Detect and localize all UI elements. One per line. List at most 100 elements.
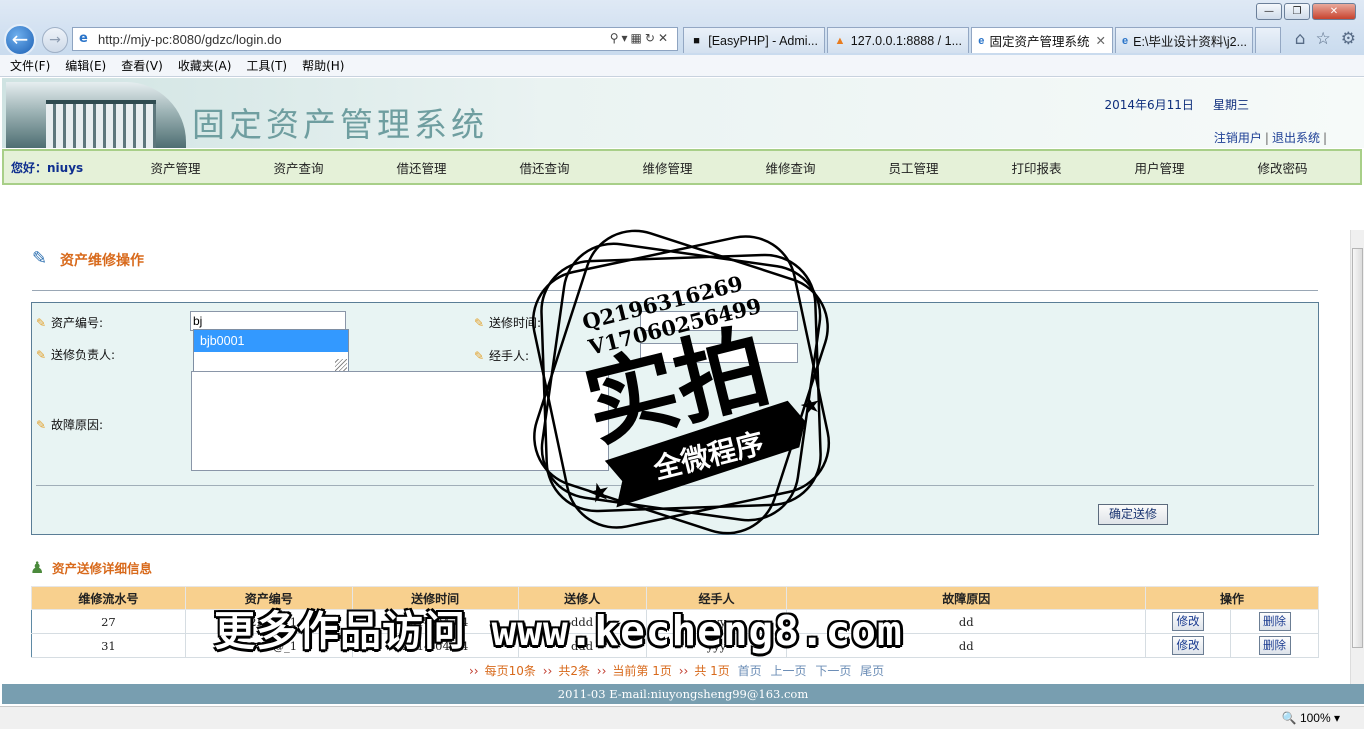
favorites-star-icon[interactable]: ☆ [1316, 29, 1331, 49]
send-time-input[interactable] [640, 311, 798, 331]
cell-sender: ddd [518, 609, 647, 634]
pma-icon: ▲ [834, 34, 846, 47]
nav-borrow-query[interactable]: 借还查询 [483, 158, 606, 177]
ie-page-icon: e [79, 31, 88, 46]
arrow-icon: ›› [542, 664, 553, 678]
tab-close-icon[interactable]: ✕ [1096, 33, 1106, 48]
cell-reason: dd [786, 633, 1147, 658]
autocomplete-option[interactable]: bjb0001 [194, 330, 348, 352]
window-controls: — ❐ ✕ [1256, 3, 1356, 20]
label-text: 送修时间: [489, 316, 542, 330]
scrollbar-thumb[interactable] [1352, 248, 1363, 648]
delete-button[interactable]: 删除 [1258, 636, 1291, 655]
ie-icon: e [1122, 34, 1129, 47]
nav-repair-management[interactable]: 维修管理 [606, 158, 729, 177]
cell-asset: C2K5@_1 [185, 609, 353, 634]
page-scrollbar[interactable] [1350, 230, 1364, 684]
edit-icon: ✎ [36, 417, 47, 432]
handler-input[interactable] [640, 343, 798, 363]
nav-repair-query[interactable]: 维修查询 [729, 158, 852, 177]
date-text: 2014年6月11日 [1104, 98, 1194, 112]
address-url[interactable]: http://mjy-pc:8080/gdzc/login.do [98, 32, 282, 47]
last-page-link[interactable]: 尾页 [860, 664, 884, 678]
home-icon[interactable]: ⌂ [1295, 29, 1306, 49]
delete-button[interactable]: 删除 [1258, 612, 1291, 631]
zoom-level[interactable]: 🔍 100% ▾ [1282, 711, 1340, 725]
current-date: 2014年6月11日 星期三 [1104, 96, 1249, 113]
confirm-repair-button[interactable]: 确定送修 [1098, 504, 1168, 525]
back-button[interactable]: ← [4, 24, 36, 56]
tab-easyphp[interactable]: ■ [EasyPHP] - Admi... [683, 27, 825, 53]
edit-button[interactable]: 修改 [1172, 636, 1205, 655]
cell-sender: ddd [518, 633, 647, 658]
per-page-text: 每页10条 [484, 664, 536, 678]
asset-no-autocomplete[interactable]: bjb0001 [193, 329, 349, 373]
users-icon: ♟ [30, 558, 45, 577]
edit-icon: ✎ [474, 315, 485, 330]
repair-form: ✎ 资产编号: bj bjb0001 ✎ 送修负责人: ✎ 故障原因: ✎ 送修时间: … [31, 302, 1319, 535]
gear-icon[interactable]: ⚙ [1341, 29, 1356, 49]
nav-change-password[interactable]: 修改密码 [1221, 158, 1344, 177]
prev-page-link[interactable]: 上一页 [770, 664, 806, 678]
send-time-label: ✎ 送修时间: [474, 314, 541, 331]
asset-no-label: ✎ 资产编号: [36, 314, 103, 331]
tab-label: [EasyPHP] - Admi... [708, 33, 818, 48]
menu-tools[interactable]: 工具(T) [246, 57, 287, 74]
easyphp-icon: ■ [693, 34, 700, 47]
repair-section-title: ✎ 资产维修操作 [32, 248, 144, 272]
exit-system-link[interactable]: 退出系统 [1272, 131, 1320, 145]
minimize-icon[interactable]: — [1256, 3, 1282, 20]
nav-staff-management[interactable]: 员工管理 [852, 158, 975, 177]
address-tools-icons[interactable]: ⚲▾▦↻✕ [610, 31, 671, 45]
cell-time: 2014-04-04 [352, 609, 519, 634]
label-text: 故障原因: [51, 418, 104, 432]
detail-section-title: ♟ 资产送修详细信息 [30, 558, 152, 577]
col-header: 送修时间 [351, 586, 519, 610]
tab-label: 固定资产管理系统 [989, 35, 1090, 49]
browser-statusbar: 🔍 100% ▾ [0, 706, 1364, 729]
tab-phpmyadmin[interactable]: ▲ 127.0.0.1:8888 / 1... [827, 27, 969, 53]
new-tab-button[interactable] [1255, 27, 1281, 53]
nav-asset-management[interactable]: 资产管理 [114, 158, 237, 177]
building-logo-image [6, 82, 186, 148]
forward-button[interactable]: → [42, 27, 68, 53]
menu-file[interactable]: 文件(F) [10, 57, 50, 74]
address-bar[interactable]: e http://mjy-pc:8080/gdzc/login.do ⚲▾▦↻✕ [72, 27, 678, 51]
form-divider [36, 485, 1314, 486]
first-page-link[interactable]: 首页 [738, 664, 762, 678]
col-header: 维修流水号 [31, 586, 186, 610]
cell-asset: C2K5@_1 [185, 633, 353, 658]
nav-borrow-management[interactable]: 借还管理 [360, 158, 483, 177]
tab-local-file[interactable]: e E:\毕业设计资料\j2... [1115, 27, 1253, 53]
fault-reason-textarea[interactable] [191, 371, 609, 471]
next-page-link[interactable]: 下一页 [815, 664, 851, 678]
arrow-icon: ›› [596, 664, 607, 678]
asset-no-input[interactable]: bj [190, 311, 346, 331]
browser-tool-icons: ⌂ ☆ ⚙ [1295, 29, 1356, 49]
close-icon[interactable]: ✕ [1312, 3, 1356, 20]
cell-id: 31 [31, 633, 186, 658]
resize-grip-icon[interactable] [335, 359, 347, 371]
logout-user-link[interactable]: 注销用户 [1214, 131, 1262, 145]
menu-edit[interactable]: 编辑(E) [65, 57, 106, 74]
tab-gdzc[interactable]: e 固定资产管理系统 ✕ [971, 27, 1113, 53]
col-header: 故障原因 [786, 586, 1147, 610]
menu-favorites[interactable]: 收藏夹(A) [178, 57, 232, 74]
col-header: 操作 [1145, 586, 1319, 610]
current-page-label: 当前第 [612, 664, 649, 678]
menu-view[interactable]: 查看(V) [121, 57, 163, 74]
nav-user-management[interactable]: 用户管理 [1098, 158, 1221, 177]
nav-asset-query[interactable]: 资产查询 [237, 158, 360, 177]
restore-icon[interactable]: ❐ [1284, 3, 1310, 20]
total-pages-label: 共 [694, 664, 707, 678]
nav-print-report[interactable]: 打印报表 [975, 158, 1098, 177]
edit-button[interactable]: 修改 [1172, 612, 1205, 631]
col-header: 资产编号 [184, 586, 353, 610]
arrow-icon: ›› [678, 664, 689, 678]
section-title-text: 资产送修详细信息 [52, 561, 153, 576]
greeting: 您好：niuys [4, 159, 114, 176]
tab-label: 127.0.0.1:8888 / 1... [850, 33, 962, 48]
menu-help[interactable]: 帮助(H) [302, 57, 344, 74]
table-header-row: 维修流水号 资产编号 送修时间 送修人 经手人 故障原因 操作 [31, 586, 1319, 610]
label-text: 资产编号: [51, 316, 104, 330]
